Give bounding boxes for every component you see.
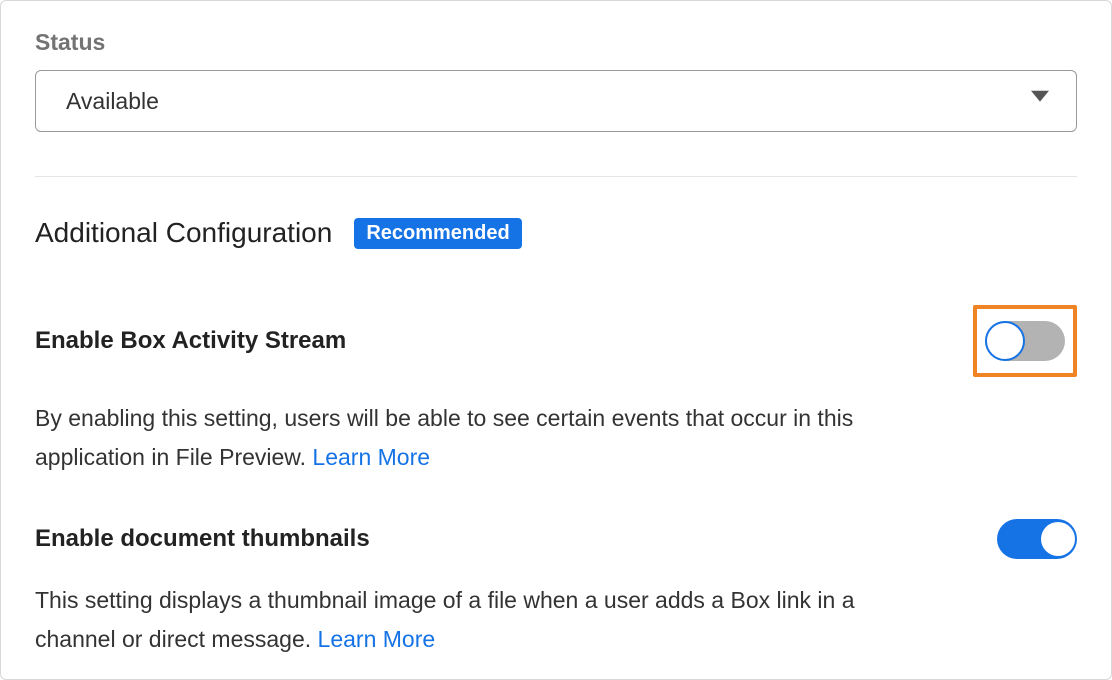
toggle-knob	[985, 321, 1025, 361]
status-select-value: Available	[66, 88, 159, 115]
toggle-knob	[1041, 522, 1075, 556]
setting-title: Enable Box Activity Stream	[35, 327, 346, 355]
section-header: Additional Configuration Recommended	[35, 217, 1077, 249]
document-thumbnails-toggle[interactable]	[997, 519, 1077, 559]
setting-description-text: This setting displays a thumbnail image …	[35, 587, 855, 652]
setting-header-row: Enable Box Activity Stream	[35, 305, 1077, 377]
status-select[interactable]: Available	[35, 70, 1077, 132]
setting-description: This setting displays a thumbnail image …	[35, 581, 915, 659]
setting-description: By enabling this setting, users will be …	[35, 399, 915, 477]
setting-activity-stream: Enable Box Activity Stream By enabling t…	[35, 305, 1077, 477]
divider	[35, 176, 1077, 177]
setting-document-thumbnails: Enable document thumbnails This setting …	[35, 519, 1077, 659]
section-title: Additional Configuration	[35, 217, 332, 249]
setting-header-row: Enable document thumbnails	[35, 519, 1077, 559]
status-select-wrap: Available	[35, 70, 1077, 132]
setting-description-text: By enabling this setting, users will be …	[35, 405, 853, 470]
setting-title: Enable document thumbnails	[35, 525, 370, 553]
learn-more-link[interactable]: Learn More	[318, 626, 436, 652]
learn-more-link[interactable]: Learn More	[312, 444, 430, 470]
recommended-badge: Recommended	[354, 218, 521, 249]
settings-panel: Status Available Additional Configuratio…	[0, 0, 1112, 680]
toggle-highlight	[973, 305, 1077, 377]
activity-stream-toggle[interactable]	[985, 321, 1065, 361]
status-label: Status	[35, 29, 1077, 56]
